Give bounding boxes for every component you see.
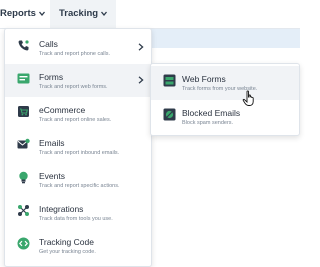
menu-item-description: Track and report online sales.	[39, 117, 112, 123]
code-icon	[17, 237, 30, 250]
submenu-item-web-forms[interactable]: Web Forms Track forms from your website.	[151, 66, 299, 100]
menu-item-title: Forms	[39, 72, 64, 82]
top-nav-bar: Reports Tracking	[0, 0, 300, 29]
menu-item-forms[interactable]: Forms Track and report web forms.	[5, 64, 151, 97]
phone-icon	[17, 39, 30, 52]
menu-item-title: Events	[39, 171, 65, 181]
integrations-icon	[17, 204, 30, 217]
submenu-item-title: Web Forms	[182, 74, 226, 84]
submenu-item-title: Blocked Emails	[182, 108, 241, 118]
chevron-down-icon	[101, 11, 108, 16]
menu-item-description: Track and report inbound emails.	[39, 150, 120, 156]
nav-tracking[interactable]: Tracking	[50, 0, 117, 28]
email-icon	[17, 138, 30, 151]
menu-item-description: Track and report web forms.	[39, 84, 108, 90]
menu-item-description: Track and report specific actions.	[39, 183, 120, 189]
submenu-item-description: Block spam senders.	[182, 120, 234, 126]
nav-reports[interactable]: Reports	[0, 0, 45, 28]
menu-item-description: Get your tracking code.	[39, 249, 96, 255]
menu-item-emails[interactable]: Emails Track and report inbound emails.	[5, 130, 151, 163]
page-background-strip	[150, 29, 300, 48]
web-form-icon	[163, 74, 176, 87]
chevron-right-icon	[138, 43, 144, 51]
menu-item-events[interactable]: Events Track and report specific actions…	[5, 163, 151, 196]
cart-icon	[17, 105, 30, 118]
tracking-dropdown-menu: Calls Track and report phone calls. Form…	[4, 28, 152, 267]
nav-reports-label: Reports	[0, 8, 36, 19]
chevron-down-icon	[38, 11, 45, 16]
menu-item-title: Emails	[39, 138, 65, 148]
menu-item-calls[interactable]: Calls Track and report phone calls.	[5, 31, 151, 64]
hand-cursor-icon	[242, 90, 256, 107]
menu-item-tracking-code[interactable]: Tracking Code Get your tracking code.	[5, 229, 151, 262]
forms-submenu: Web Forms Track forms from your website.…	[150, 63, 300, 136]
blocked-email-icon	[163, 108, 176, 121]
menu-item-title: Tracking Code	[39, 237, 94, 247]
menu-item-title: Integrations	[39, 204, 84, 214]
menu-item-ecommerce[interactable]: eCommerce Track and report online sales.	[5, 97, 151, 130]
menu-item-description: Track and report phone calls.	[39, 51, 111, 57]
form-icon	[17, 72, 30, 85]
lightbulb-icon	[17, 171, 30, 184]
chevron-right-icon	[138, 76, 144, 84]
menu-item-title: eCommerce	[39, 105, 86, 115]
submenu-item-blocked-emails[interactable]: Blocked Emails Block spam senders.	[151, 100, 299, 134]
menu-item-integrations[interactable]: Integrations Track data from tools you u…	[5, 196, 151, 229]
menu-item-description: Track data from tools you use.	[39, 216, 113, 222]
nav-tracking-label: Tracking	[59, 8, 99, 19]
menu-item-title: Calls	[39, 39, 58, 49]
